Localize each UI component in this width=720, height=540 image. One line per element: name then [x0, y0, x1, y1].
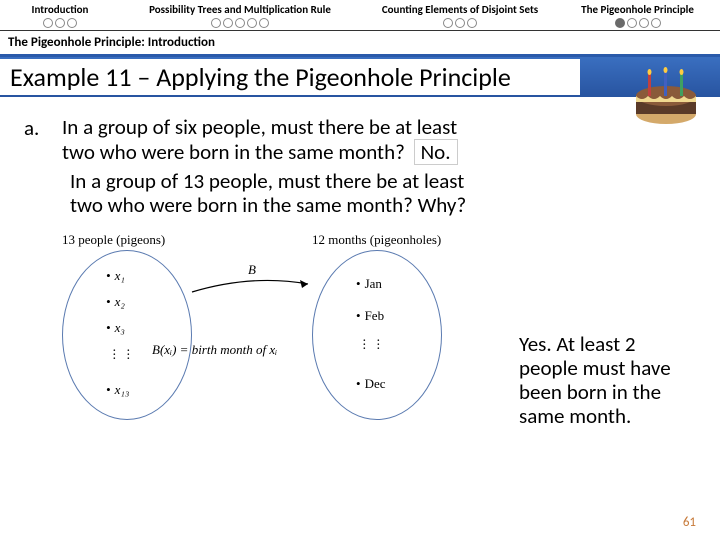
- progress-dot-icon: [455, 18, 465, 28]
- nav-label: Counting Elements of Disjoint Sets: [370, 3, 550, 16]
- diagram-right-label: 12 months (pigeonholes): [312, 232, 441, 248]
- person-item: x₂: [106, 294, 125, 310]
- pigeonhole-diagram: 13 people (pigeons) 12 months (pigeonhol…: [62, 232, 492, 422]
- page-number: 61: [683, 515, 696, 530]
- nav-item-intro[interactable]: Introduction: [0, 0, 120, 30]
- vdots-icon: ···: [376, 340, 381, 352]
- progress-dot-icon: [467, 18, 477, 28]
- progress-dot-icon: [67, 18, 77, 28]
- progress-dot-icon: [235, 18, 245, 28]
- progress-dot-icon: [259, 18, 269, 28]
- progress-dot-icon: [223, 18, 233, 28]
- vdots-icon: ···: [362, 340, 367, 352]
- nav-item-pigeonhole[interactable]: The Pigeonhole Principle: [560, 0, 715, 30]
- section-subheading: The Pigeonhole Principle: Introduction: [0, 31, 720, 57]
- function-def: B(xᵢ) = birth month of xᵢ: [152, 342, 277, 358]
- nav-dots: [370, 18, 550, 28]
- question-line3: In a group of 13 people, must there be a…: [70, 169, 692, 193]
- month-item: Dec: [356, 376, 386, 392]
- progress-dot-icon: [651, 18, 661, 28]
- month-item: Jan: [356, 276, 382, 292]
- progress-dot-icon: [627, 18, 637, 28]
- vdots-icon: ···: [126, 350, 131, 362]
- title-bar: Example 11 – Applying the Pigeonhole Pri…: [0, 57, 720, 97]
- nav-dots: [570, 18, 705, 28]
- progress-dot-icon: [639, 18, 649, 28]
- diagram-left-label: 13 people (pigeons): [62, 232, 165, 248]
- slide-title: Example 11 – Applying the Pigeonhole Pri…: [0, 59, 580, 95]
- question-label: a.: [24, 115, 39, 141]
- nav-bar: Introduction Possibility Trees and Multi…: [0, 0, 720, 31]
- answer-no: No.: [414, 139, 458, 165]
- answer-box: Yes. At least 2 people must have been bo…: [517, 330, 692, 431]
- question-line2-text: two who were born in the same month?: [62, 139, 405, 165]
- nav-dots: [10, 18, 110, 28]
- progress-dot-icon: [211, 18, 221, 28]
- nav-dots: [130, 18, 350, 28]
- question-line4: two who were born in the same month? Why…: [70, 193, 692, 217]
- person-item: x₁: [106, 268, 125, 284]
- nav-label: Possibility Trees and Multiplication Rul…: [130, 3, 350, 16]
- person-item: x₃: [106, 320, 125, 336]
- progress-dot-icon: [55, 18, 65, 28]
- nav-item-disjoint[interactable]: Counting Elements of Disjoint Sets: [360, 0, 560, 30]
- question-line1: In a group of six people, must there be …: [62, 115, 692, 139]
- progress-dot-icon: [443, 18, 453, 28]
- nav-label: The Pigeonhole Principle: [570, 3, 705, 16]
- arrow-icon: [190, 272, 314, 302]
- progress-dot-icon: [247, 18, 257, 28]
- progress-dot-icon: [615, 18, 625, 28]
- progress-dot-icon: [43, 18, 53, 28]
- vdots-icon: ···: [112, 350, 117, 362]
- nav-item-trees[interactable]: Possibility Trees and Multiplication Rul…: [120, 0, 360, 30]
- question-line2: two who were born in the same month? No.: [62, 139, 692, 165]
- nav-label: Introduction: [10, 3, 110, 16]
- month-item: Feb: [356, 308, 384, 324]
- person-item: x₁₃: [106, 382, 129, 398]
